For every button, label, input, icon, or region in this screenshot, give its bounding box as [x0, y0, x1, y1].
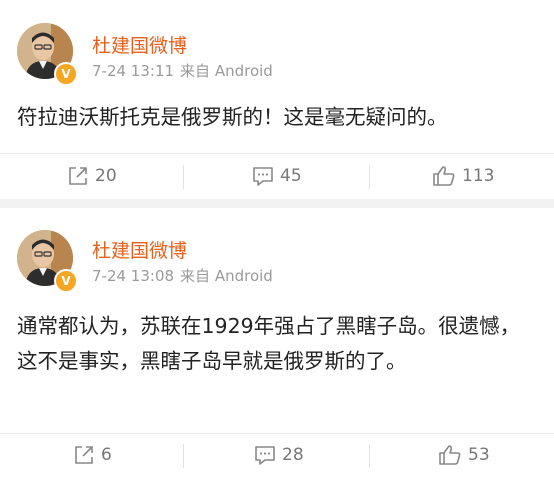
separator: [369, 165, 370, 189]
comment-count: 45: [280, 166, 302, 186]
author-name[interactable]: 杜建国微博: [92, 236, 187, 263]
verified-badge-icon: V: [54, 62, 78, 86]
weibo-post: V 杜建国微博 7-24 13:08 来自 Android 通常都认为，苏联在19…: [0, 208, 554, 483]
comment-button[interactable]: 28: [254, 444, 304, 466]
post-meta: 7-24 13:08 来自 Android: [92, 265, 279, 286]
post-source: 来自 Android: [180, 62, 273, 80]
share-icon: [75, 446, 93, 464]
like-count: 53: [468, 445, 490, 465]
share-icon: [69, 167, 87, 185]
author-name[interactable]: 杜建国微博: [92, 31, 187, 58]
verified-badge-icon: V: [54, 269, 78, 293]
post-text: 通常都认为，苏联在1929年强占了黑瞎子岛。很遗憾，这不是事实，黑瞎子岛早就是俄…: [17, 314, 521, 373]
like-button[interactable]: 113: [432, 165, 494, 187]
post-source: 来自 Android: [180, 267, 273, 285]
post-meta: 7-24 13:11 来自 Android: [92, 60, 279, 81]
like-count: 113: [462, 166, 495, 186]
thumbs-up-icon: [433, 166, 455, 186]
divider: [0, 433, 554, 434]
post-time: 7-24 13:11: [92, 62, 175, 80]
like-button[interactable]: 53: [438, 444, 490, 466]
repost-count: 6: [101, 445, 112, 465]
separator: [183, 165, 184, 189]
separator: [183, 444, 184, 468]
comment-icon: [253, 167, 273, 186]
comment-button[interactable]: 45: [252, 165, 302, 187]
repost-button[interactable]: 6: [73, 444, 112, 466]
comment-count: 28: [282, 445, 304, 465]
separator: [369, 444, 370, 468]
repost-count: 20: [95, 166, 117, 186]
comment-icon: [255, 446, 275, 465]
divider: [0, 153, 554, 154]
post-time: 7-24 13:08: [92, 267, 175, 285]
weibo-post: V 杜建国微博 7-24 13:11 来自 Android 符拉迪沃斯托克是俄罗斯…: [0, 0, 554, 199]
thumbs-up-icon: [439, 445, 461, 465]
repost-button[interactable]: 20: [67, 165, 117, 187]
post-text: 符拉迪沃斯托克是俄罗斯的！这是毫无疑问的。: [17, 105, 448, 129]
